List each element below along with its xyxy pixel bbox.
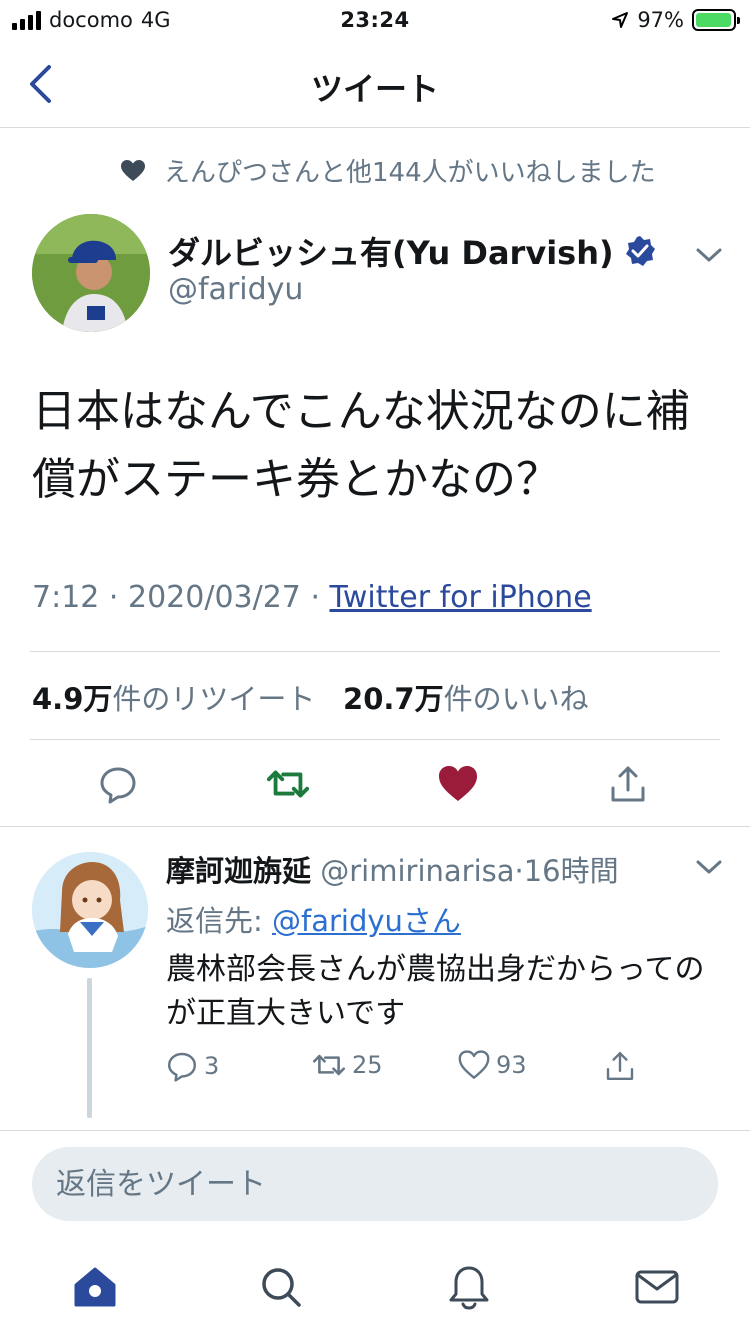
likes-count: 20.7万	[343, 682, 444, 716]
likes-stat[interactable]: 20.7万件のいいね	[343, 682, 589, 716]
share-button[interactable]	[606, 762, 650, 806]
tweet-actions	[0, 762, 750, 806]
reply-separator: ·	[514, 854, 524, 888]
likes-label: 件のいいね	[443, 682, 589, 716]
reply-actions: 3 25 93	[166, 1050, 706, 1086]
reply-retweet-button[interactable]: 25	[312, 1050, 383, 1080]
location-icon	[612, 12, 629, 28]
heart-filled-icon	[439, 766, 477, 801]
battery-percent: 97%	[637, 8, 684, 32]
heart-icon	[121, 159, 145, 181]
reply-to-label: 返信先:	[166, 904, 272, 938]
retweets-count: 4.9万	[32, 682, 113, 716]
reply-retweets-count: 25	[352, 1051, 383, 1079]
author-handle[interactable]: @faridyu	[168, 272, 303, 307]
meta-separator: ·	[300, 580, 330, 615]
reply-header: 摩訶迦旃延 @rimirinarisa·16時間	[166, 848, 619, 890]
status-right: 97%	[611, 8, 740, 32]
divider	[30, 651, 720, 652]
tab-search[interactable]	[256, 1262, 306, 1312]
tweet-source-link[interactable]: Twitter for iPhone	[330, 580, 592, 615]
retweet-button[interactable]	[266, 762, 310, 806]
reply-author-name[interactable]: 摩訶迦旃延	[166, 854, 311, 888]
reply-avatar-image	[32, 852, 148, 968]
reply-menu-button[interactable]	[694, 852, 724, 882]
battery-fill	[696, 13, 731, 27]
tab-notifications[interactable]	[444, 1262, 494, 1312]
tweet-meta: 7:12 · 2020/03/27 · Twitter for iPhone	[32, 580, 592, 615]
reply-button[interactable]	[96, 762, 140, 806]
reply-reply-button[interactable]: 3	[166, 1050, 219, 1082]
tweet-text: 日本はなんでこんな状況なのに補償がステーキ券とかなの？	[32, 386, 690, 505]
reply-replies-count: 3	[204, 1052, 220, 1080]
reply-composer-bar	[0, 1131, 750, 1241]
heart-outline-icon	[458, 1050, 490, 1079]
author-avatar[interactable]	[32, 214, 150, 332]
tab-home[interactable]	[70, 1262, 120, 1312]
verified-badge-icon	[625, 236, 655, 266]
reply-icon	[100, 767, 136, 804]
tweet-date: 2020/03/27	[127, 580, 301, 615]
tweet-time: 7:12	[32, 580, 100, 615]
page-title: ツイート	[310, 70, 439, 108]
retweet-icon	[266, 770, 310, 798]
share-icon	[606, 1052, 634, 1080]
reply-like-button[interactable]: 93	[458, 1050, 527, 1080]
tab-messages[interactable]	[632, 1262, 682, 1312]
retweet-icon	[312, 1054, 346, 1076]
social-context-text: えんぴつさんと他144人がいいねしました	[164, 158, 656, 188]
social-context[interactable]: えんぴつさんと他144人がいいねしました	[120, 152, 656, 189]
meta-separator: ·	[99, 580, 128, 615]
section-divider	[0, 826, 750, 827]
thread-connector	[87, 978, 92, 1118]
retweets-stat[interactable]: 4.9万件のリツイート	[32, 682, 315, 716]
reply-author-avatar[interactable]	[32, 852, 148, 968]
reply-icon	[168, 1052, 196, 1082]
status-bar: docomo 4G 23:24 97%	[0, 0, 750, 40]
nav-header: ツイート	[0, 40, 750, 128]
reply-to: 返信先: @faridyuさん	[166, 898, 461, 940]
search-icon	[262, 1268, 301, 1307]
avatar-photo	[32, 214, 150, 332]
like-button[interactable]	[436, 762, 480, 806]
retweets-label: 件のリツイート	[112, 682, 316, 716]
reply-input[interactable]	[32, 1147, 718, 1221]
divider	[30, 739, 720, 740]
notifications-icon	[449, 1266, 489, 1310]
messages-icon	[635, 1270, 679, 1304]
author-name[interactable]: ダルビッシュ有(Yu Darvish)	[168, 228, 656, 274]
reply-to-handle-link[interactable]: @faridyuさん	[272, 904, 461, 938]
reply-likes-count: 93	[496, 1051, 527, 1079]
reply-time[interactable]: 16時間	[524, 854, 619, 888]
home-icon	[74, 1267, 116, 1307]
tab-bar	[0, 1240, 750, 1334]
author-name-text: ダルビッシュ有(Yu Darvish)	[168, 234, 614, 272]
reply-author-handle[interactable]: @rimirinarisa	[320, 854, 514, 888]
chevron-down-icon	[696, 860, 722, 874]
share-icon	[611, 766, 645, 802]
reply-text: 農林部会長さんが農協出身だからってのが正直大きいです	[166, 952, 705, 1031]
tweet-menu-button[interactable]	[694, 240, 724, 270]
reply-share-button[interactable]	[604, 1050, 636, 1082]
battery-icon	[692, 9, 740, 31]
tweet-stats: 4.9万件のリツイート 20.7万件のいいね	[32, 676, 589, 718]
chevron-down-icon	[696, 248, 722, 262]
